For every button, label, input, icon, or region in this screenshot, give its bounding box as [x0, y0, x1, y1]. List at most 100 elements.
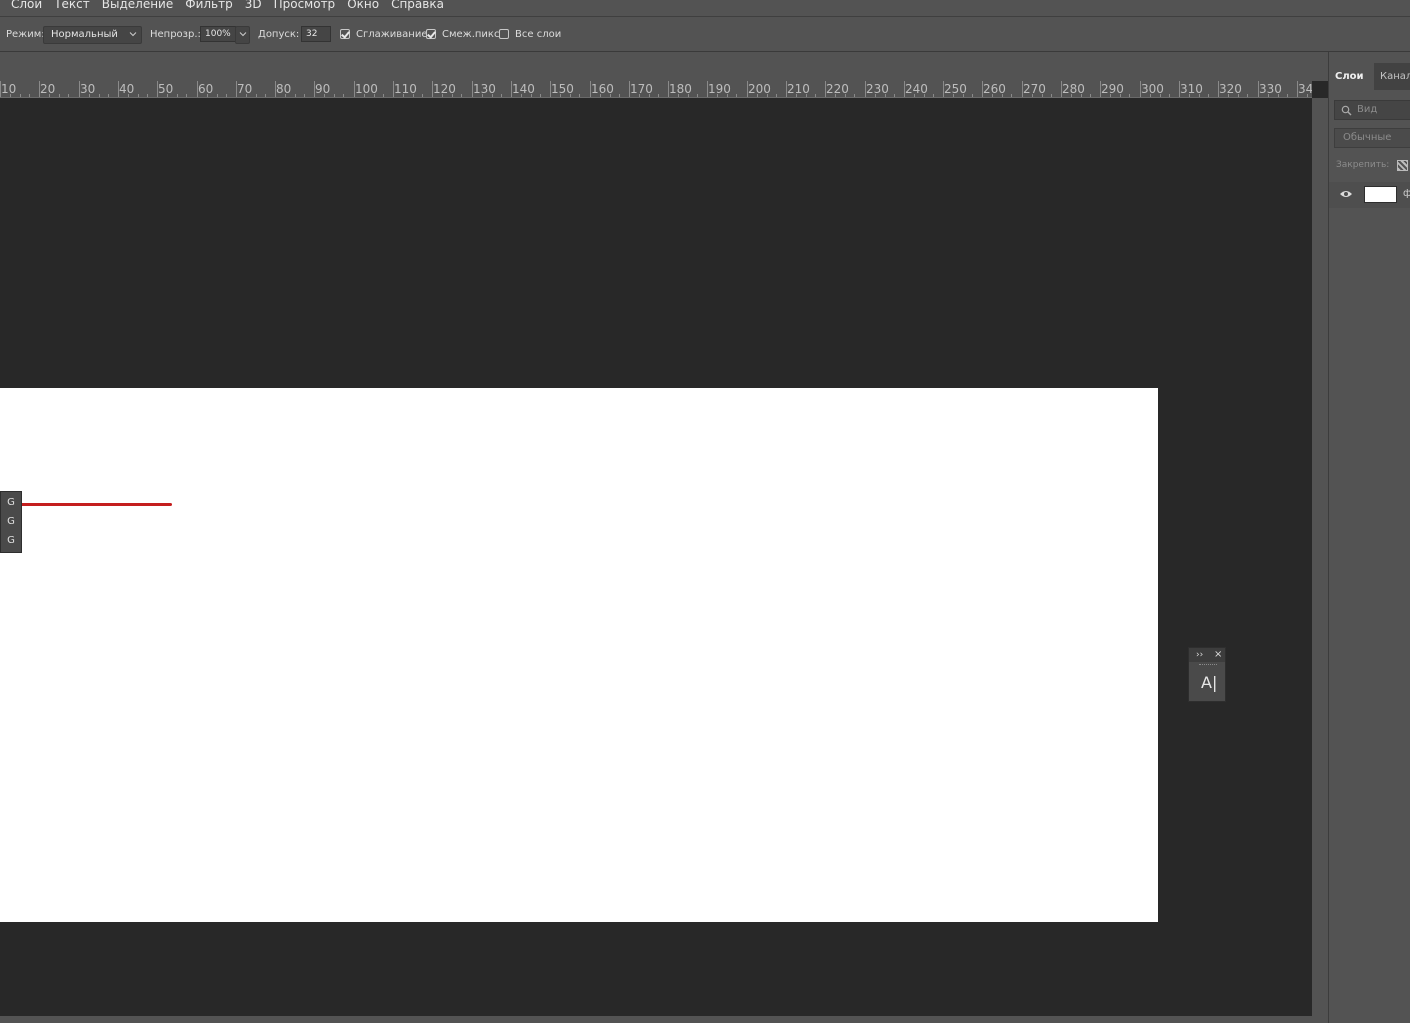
- horizontal-scrollbar[interactable]: [0, 1016, 1328, 1023]
- search-placeholder: Вид: [1357, 104, 1378, 115]
- ruler-label: 90: [315, 82, 331, 96]
- ruler-minor-tick: [452, 94, 453, 97]
- ruler-label: 10: [1, 82, 17, 96]
- layer-name: ф: [1403, 188, 1410, 199]
- ruler-minor-tick: [147, 94, 148, 97]
- tolerance-input[interactable]: 32: [301, 26, 331, 42]
- glyph-panel: ›› × A|: [1188, 647, 1226, 702]
- menu-layers[interactable]: Слои: [11, 0, 42, 10]
- ruler-minor-tick: [383, 94, 384, 97]
- ruler-minor-tick: [1278, 94, 1279, 97]
- tab-channels[interactable]: Каналы: [1374, 63, 1410, 90]
- opacity-dropdown[interactable]: [235, 26, 250, 44]
- ruler-minor-tick: [99, 94, 100, 97]
- tab-layers[interactable]: Слои: [1329, 63, 1374, 90]
- menu-view[interactable]: Просмотр: [274, 0, 336, 10]
- ruler-minor-tick: [953, 94, 954, 97]
- contiguous-checkbox[interactable]: [426, 29, 436, 39]
- ruler-minor-tick: [697, 94, 698, 97]
- menu-filter[interactable]: Фильтр: [185, 0, 232, 10]
- ruler-minor-tick: [1189, 94, 1190, 97]
- all-layers-checkbox[interactable]: [499, 29, 509, 39]
- ruler-minor-tick: [933, 94, 934, 97]
- ruler-minor-tick: [914, 94, 915, 97]
- ruler-label: 70: [237, 82, 253, 96]
- panel-tabs: Слои Каналы: [1329, 63, 1410, 90]
- ruler-minor-tick: [501, 94, 502, 97]
- ruler-minor-tick: [776, 94, 777, 97]
- antialias-label: Сглаживание: [356, 29, 428, 40]
- menu-bar: Слои Текст Выделение Фильтр 3D Просмотр …: [0, 0, 1410, 17]
- ruler-minor-tick: [304, 94, 305, 97]
- ruler-minor-tick: [854, 94, 855, 97]
- horizontal-ruler[interactable]: 10 20 30 40 50 60 70 80 90 100 110 120 130 140 150 160 1…: [0, 81, 1312, 98]
- mini-tool-button-2[interactable]: G: [1, 512, 21, 531]
- ruler-minor-tick: [1011, 94, 1012, 97]
- blend-mode-select[interactable]: Обычные: [1334, 128, 1410, 148]
- mode-value: Нормальный: [51, 29, 118, 40]
- ruler-minor-tick: [89, 94, 90, 97]
- ruler-minor-tick: [1129, 94, 1130, 97]
- chevron-down-icon: [239, 32, 247, 37]
- document-canvas[interactable]: [0, 388, 1158, 922]
- opacity-input[interactable]: 100%: [200, 26, 236, 42]
- ruler-minor-tick: [1081, 94, 1082, 97]
- layers-panel: Слои Каналы Вид Обычные Закрепить: ф: [1328, 52, 1410, 1023]
- ruler-minor-tick: [177, 94, 178, 97]
- ruler-minor-tick: [619, 94, 620, 97]
- ruler-minor-tick: [924, 94, 925, 97]
- vertical-scrollbar[interactable]: [1312, 98, 1328, 1016]
- ruler-minor-tick: [1002, 94, 1003, 97]
- ruler-minor-tick: [403, 94, 404, 97]
- ruler-minor-tick: [1051, 94, 1052, 97]
- ruler-minor-tick: [1120, 94, 1121, 97]
- lock-transparency-icon[interactable]: [1397, 160, 1408, 171]
- ruler-minor-tick: [59, 94, 60, 97]
- layer-filter-search[interactable]: Вид: [1334, 100, 1410, 120]
- ruler-minor-tick: [1208, 94, 1209, 97]
- ruler-minor-tick: [767, 94, 768, 97]
- ruler-minor-tick: [1042, 94, 1043, 97]
- ruler-minor-tick: [295, 94, 296, 97]
- menu-select[interactable]: Выделение: [102, 0, 173, 10]
- menu-help[interactable]: Справка: [391, 0, 444, 10]
- mini-tool-button-3[interactable]: G: [1, 531, 21, 550]
- ruler-minor-tick: [963, 94, 964, 97]
- antialias-checkbox[interactable]: [340, 29, 350, 39]
- ruler-minor-tick: [324, 94, 325, 97]
- ruler-minor-tick: [186, 94, 187, 97]
- mode-label: Режим:: [6, 29, 45, 40]
- mini-tool-button-1[interactable]: G: [1, 493, 21, 512]
- ruler-minor-tick: [167, 94, 168, 97]
- ruler-minor-tick: [845, 94, 846, 97]
- ruler-minor-tick: [875, 94, 876, 97]
- menu-window[interactable]: Окно: [347, 0, 379, 10]
- layer-thumbnail: [1364, 186, 1397, 203]
- ruler-minor-tick: [138, 94, 139, 97]
- menu-text[interactable]: Текст: [54, 0, 90, 10]
- opacity-label: Непрозр.:: [150, 29, 201, 40]
- ruler-minor-tick: [736, 94, 737, 97]
- grip-handle[interactable]: [1199, 664, 1217, 666]
- mode-select[interactable]: Нормальный: [43, 26, 142, 44]
- close-icon[interactable]: ×: [1214, 649, 1222, 661]
- ruler-minor-tick: [49, 94, 50, 97]
- ruler-minor-tick: [579, 94, 580, 97]
- ruler-minor-tick: [442, 94, 443, 97]
- ruler-label: 30: [80, 82, 96, 96]
- character-panel-button[interactable]: A|: [1201, 674, 1217, 692]
- red-stroke: [0, 503, 172, 506]
- menu-3d[interactable]: 3D: [245, 0, 262, 10]
- ruler-minor-tick: [128, 94, 129, 97]
- collapse-icon[interactable]: ››: [1196, 649, 1203, 661]
- eye-icon[interactable]: [1339, 189, 1353, 199]
- ruler-minor-tick: [1228, 94, 1229, 97]
- ruler-minor-tick: [717, 94, 718, 97]
- canvas-workspace[interactable]: G G G: [0, 98, 1312, 1016]
- ruler-minor-tick: [1032, 94, 1033, 97]
- ruler-minor-tick: [639, 94, 640, 97]
- ruler-minor-tick: [1169, 94, 1170, 97]
- ruler-minor-tick: [256, 94, 257, 97]
- layer-row[interactable]: ф: [1329, 182, 1410, 208]
- ruler-label: 20: [40, 82, 56, 96]
